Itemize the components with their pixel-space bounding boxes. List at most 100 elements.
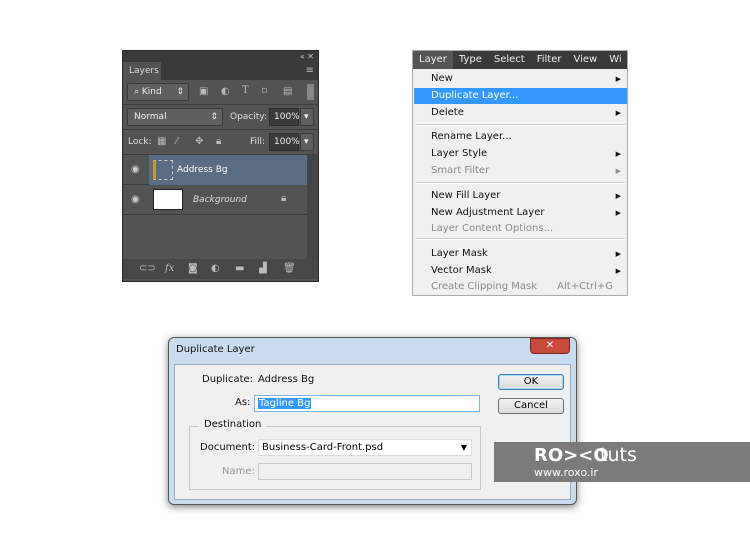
panel-menu-icon[interactable]: ≡ xyxy=(306,65,314,76)
pixel-filter-icon[interactable]: ▣ xyxy=(199,86,208,97)
lock-label: Lock: xyxy=(128,137,152,147)
type-filter-icon[interactable]: T xyxy=(242,85,249,96)
menu-item-layer-content-options[interactable]: Layer Content Options... xyxy=(414,221,627,237)
menubar-select[interactable]: Select xyxy=(488,51,531,69)
watermark-suffix: tuts xyxy=(600,444,637,466)
filter-kind-label: Kind xyxy=(141,87,162,97)
menu-item-delete[interactable]: Delete ▶ xyxy=(414,105,627,121)
menu-item-vector-mask[interactable]: Vector Mask ▶ xyxy=(414,263,627,279)
new-layer-icon[interactable]: ▟ xyxy=(259,259,267,279)
blend-mode-select[interactable]: Normal ⇕ xyxy=(127,108,223,126)
adjustment-filter-icon[interactable]: ◐ xyxy=(221,86,230,97)
watermark-url: www.roxo.ir xyxy=(534,466,598,479)
document-value: Business-Card-Front.psd xyxy=(262,442,384,453)
lock-transparent-icon[interactable]: ▦ xyxy=(157,136,166,147)
submenu-arrow-icon: ▶ xyxy=(615,75,621,83)
menu-item-new-adjustment-layer[interactable]: New Adjustment Layer ▶ xyxy=(414,205,627,221)
cancel-button[interactable]: Cancel xyxy=(498,398,564,414)
menubar-type[interactable]: Type xyxy=(453,51,488,69)
submenu-arrow-icon: ▶ xyxy=(615,109,621,117)
tab-layers[interactable]: Layers xyxy=(123,62,161,80)
menu-item-label: Duplicate Layer... xyxy=(431,90,519,101)
layer-row[interactable]: ◉ Background 🔒︎ xyxy=(123,185,307,215)
opacity-label: Opacity: xyxy=(230,112,267,122)
group-folder-icon[interactable]: ▬ xyxy=(235,259,244,279)
trash-icon[interactable]: 🗑︎ xyxy=(283,259,296,279)
smart-object-filter-icon[interactable]: ▤ xyxy=(283,86,292,97)
dropdown-arrow-icon: ▼ xyxy=(460,443,467,452)
fill-label: Fill: xyxy=(250,137,266,147)
document-select[interactable]: Business-Card-Front.psd ▼ xyxy=(258,439,472,456)
menu-item-label: Smart Filter xyxy=(431,165,490,176)
layer-thumbnail xyxy=(153,189,183,210)
menu-separator xyxy=(416,124,625,126)
lock-all-icon[interactable]: 🔒︎ xyxy=(216,136,221,147)
submenu-arrow-icon: ▶ xyxy=(615,209,621,217)
menu-item-new-fill-layer[interactable]: New Fill Layer ▶ xyxy=(414,188,627,204)
menubar-filter[interactable]: Filter xyxy=(531,51,568,69)
layer-name: Background xyxy=(193,195,247,205)
menu-item-smart-filter[interactable]: Smart Filter ▶ xyxy=(414,163,627,179)
adjustment-layer-icon[interactable]: ◐ xyxy=(211,259,220,279)
dialog-title: Duplicate Layer xyxy=(176,344,255,355)
menu-item-layer-mask[interactable]: Layer Mask ▶ xyxy=(414,246,627,262)
menu-item-rename-layer[interactable]: Rename Layer... xyxy=(414,129,627,145)
menubar-wi[interactable]: Wi xyxy=(603,51,627,69)
menu-item-label: Layer Content Options... xyxy=(431,223,554,234)
watermark: RO><O tuts www.roxo.ir xyxy=(494,442,750,482)
destination-group xyxy=(189,426,481,490)
shape-filter-icon[interactable]: ⌑ xyxy=(262,86,267,97)
submenu-arrow-icon: ▶ xyxy=(615,192,621,200)
as-input[interactable]: Tagline Bg xyxy=(254,395,480,412)
duplicate-label: Duplicate: xyxy=(202,374,254,385)
fill-dropdown[interactable]: ▾ xyxy=(300,133,314,151)
blend-mode-label: Normal xyxy=(134,112,167,122)
layer-menu: Layer Type Select Filter View Wi New ▶ Duplicat… xyxy=(412,50,628,296)
opacity-dropdown[interactable]: ▾ xyxy=(300,108,314,126)
submenu-arrow-icon: ▶ xyxy=(615,167,621,175)
close-button[interactable]: ✕ xyxy=(530,338,570,354)
as-label: As: xyxy=(235,397,251,408)
menubar-layer[interactable]: Layer xyxy=(413,51,453,69)
menu-item-label: Vector Mask xyxy=(431,265,492,276)
panel-collapse-close-icon[interactable]: « ✕ xyxy=(123,51,318,62)
duplicate-value: Address Bg xyxy=(258,374,315,385)
filter-toggle[interactable] xyxy=(307,84,314,100)
menu-item-label: New Adjustment Layer xyxy=(431,207,545,218)
fx-icon[interactable]: fx xyxy=(165,259,174,279)
document-label: Document: xyxy=(200,442,256,453)
menu-item-label: New xyxy=(431,73,453,84)
lock-brush-icon[interactable]: ⁄ xyxy=(176,136,178,147)
lock-icon: 🔒︎ xyxy=(281,193,287,204)
menu-item-label: Delete xyxy=(431,107,464,118)
layers-panel: « ✕ Layers ≡ ⌕ Kind ⇕ ▣ ◐ T ⌑ ▤ Normal ⇕ O… xyxy=(122,50,319,282)
menu-item-label: Layer Style xyxy=(431,148,488,159)
as-value-selected: Tagline Bg xyxy=(258,398,312,409)
visibility-eye-icon[interactable]: ◉ xyxy=(131,164,140,175)
link-layers-icon[interactable]: ⊂⊃ xyxy=(139,259,156,279)
submenu-arrow-icon: ▶ xyxy=(615,150,621,158)
ok-button[interactable]: OK xyxy=(498,374,564,390)
add-mask-icon[interactable]: ◙ xyxy=(188,259,198,279)
visibility-eye-icon[interactable]: ◉ xyxy=(131,194,140,205)
menubar-view[interactable]: View xyxy=(567,51,603,69)
menu-item-layer-style[interactable]: Layer Style ▶ xyxy=(414,146,627,162)
menu-item-create-clipping-mask[interactable]: Create Clipping Mask Alt+Ctrl+G xyxy=(414,279,627,295)
lock-position-icon[interactable]: ✥ xyxy=(195,136,203,147)
menu-item-new[interactable]: New ▶ xyxy=(414,71,627,87)
scrollbar[interactable] xyxy=(307,155,318,259)
destination-legend: Destination xyxy=(199,419,267,430)
filter-kind-select[interactable]: ⌕ Kind ⇕ xyxy=(127,83,189,101)
name-label: Name: xyxy=(222,466,255,477)
layer-name: Address Bg xyxy=(177,165,228,175)
watermark-logo: RO><O xyxy=(534,445,609,466)
submenu-arrow-icon: ▶ xyxy=(615,267,621,275)
menu-item-label: New Fill Layer xyxy=(431,190,501,201)
menu-item-duplicate-layer[interactable]: Duplicate Layer... xyxy=(414,88,627,104)
name-input[interactable] xyxy=(258,463,472,480)
submenu-arrow-icon: ▶ xyxy=(615,250,621,258)
layer-row[interactable]: ◉ Address Bg xyxy=(123,155,307,185)
menu-item-label: Create Clipping Mask xyxy=(431,281,538,292)
fill-input[interactable]: 100% xyxy=(269,133,300,151)
opacity-input[interactable]: 100% xyxy=(269,108,300,126)
